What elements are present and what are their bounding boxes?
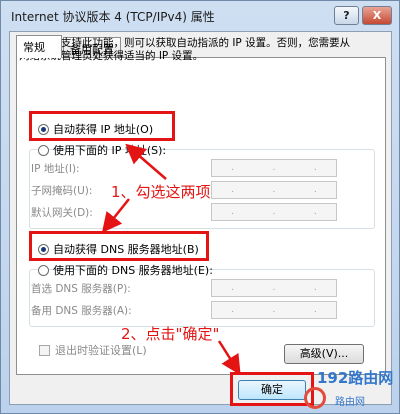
annotation-arrows	[101, 143, 241, 376]
wifi-icon	[304, 387, 326, 409]
tab-general[interactable]: 常规	[16, 35, 62, 58]
arrow-to-auto-dns	[101, 198, 130, 233]
watermark-logo: 192路由网	[317, 369, 394, 387]
arrow-to-auto-ip	[125, 143, 167, 180]
properties-dialog: Internet 协议版本 4 (TCP/IPv4) 属性 ? X 常规 备用配…	[0, 0, 400, 414]
arrow-to-ok-button	[217, 340, 241, 376]
watermark: 192路由网 路由网	[301, 367, 400, 414]
watermark-subtext: 路由网	[335, 397, 365, 408]
